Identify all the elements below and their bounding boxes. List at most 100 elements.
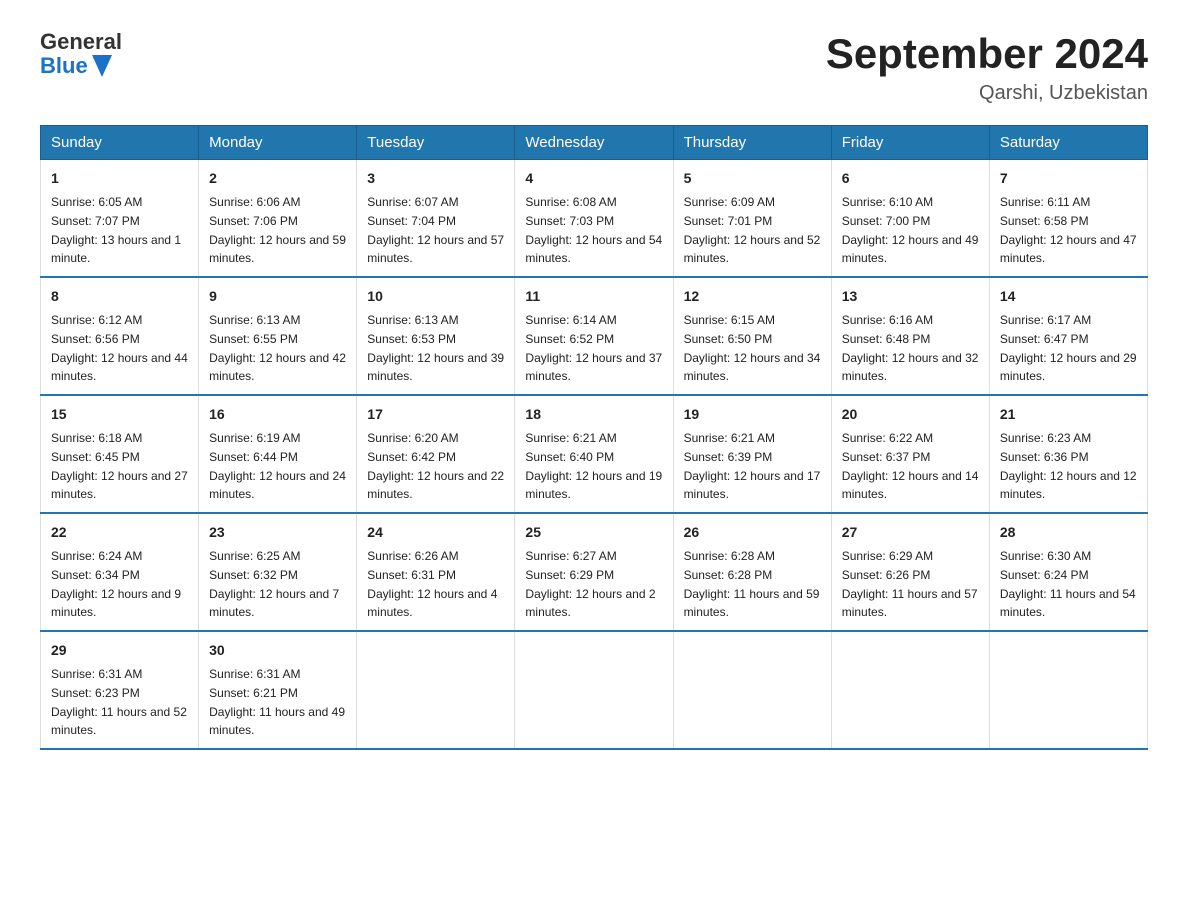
- day-number: 22: [51, 522, 188, 543]
- day-number: 13: [842, 286, 979, 307]
- day-info: Sunrise: 6:26 AMSunset: 6:31 PMDaylight:…: [367, 549, 497, 619]
- day-info: Sunrise: 6:31 AMSunset: 6:23 PMDaylight:…: [51, 667, 187, 737]
- day-number: 2: [209, 168, 346, 189]
- calendar-cell: 2 Sunrise: 6:06 AMSunset: 7:06 PMDayligh…: [199, 160, 357, 278]
- day-info: Sunrise: 6:21 AMSunset: 6:39 PMDaylight:…: [684, 431, 821, 501]
- day-info: Sunrise: 6:16 AMSunset: 6:48 PMDaylight:…: [842, 313, 979, 383]
- calendar-cell: 25 Sunrise: 6:27 AMSunset: 6:29 PMDaylig…: [515, 513, 673, 631]
- day-info: Sunrise: 6:31 AMSunset: 6:21 PMDaylight:…: [209, 667, 345, 737]
- calendar-cell: 5 Sunrise: 6:09 AMSunset: 7:01 PMDayligh…: [673, 160, 831, 278]
- weekday-header-tuesday: Tuesday: [357, 126, 515, 160]
- day-info: Sunrise: 6:21 AMSunset: 6:40 PMDaylight:…: [525, 431, 662, 501]
- day-info: Sunrise: 6:17 AMSunset: 6:47 PMDaylight:…: [1000, 313, 1137, 383]
- day-number: 15: [51, 404, 188, 425]
- title-block: September 2024 Qarshi, Uzbekistan: [826, 30, 1148, 105]
- calendar-cell: 30 Sunrise: 6:31 AMSunset: 6:21 PMDaylig…: [199, 631, 357, 749]
- calendar-cell: 17 Sunrise: 6:20 AMSunset: 6:42 PMDaylig…: [357, 395, 515, 513]
- day-number: 27: [842, 522, 979, 543]
- day-info: Sunrise: 6:14 AMSunset: 6:52 PMDaylight:…: [525, 313, 662, 383]
- day-number: 28: [1000, 522, 1137, 543]
- calendar-cell: [357, 631, 515, 749]
- calendar-cell: 14 Sunrise: 6:17 AMSunset: 6:47 PMDaylig…: [989, 277, 1147, 395]
- weekday-header-wednesday: Wednesday: [515, 126, 673, 160]
- day-number: 9: [209, 286, 346, 307]
- day-info: Sunrise: 6:15 AMSunset: 6:50 PMDaylight:…: [684, 313, 821, 383]
- day-number: 12: [684, 286, 821, 307]
- calendar-cell: 13 Sunrise: 6:16 AMSunset: 6:48 PMDaylig…: [831, 277, 989, 395]
- day-info: Sunrise: 6:27 AMSunset: 6:29 PMDaylight:…: [525, 549, 655, 619]
- calendar-cell: 21 Sunrise: 6:23 AMSunset: 6:36 PMDaylig…: [989, 395, 1147, 513]
- day-number: 24: [367, 522, 504, 543]
- day-number: 21: [1000, 404, 1137, 425]
- calendar-cell: 20 Sunrise: 6:22 AMSunset: 6:37 PMDaylig…: [831, 395, 989, 513]
- calendar-cell: 6 Sunrise: 6:10 AMSunset: 7:00 PMDayligh…: [831, 160, 989, 278]
- calendar-cell: 23 Sunrise: 6:25 AMSunset: 6:32 PMDaylig…: [199, 513, 357, 631]
- day-number: 8: [51, 286, 188, 307]
- calendar-cell: 12 Sunrise: 6:15 AMSunset: 6:50 PMDaylig…: [673, 277, 831, 395]
- calendar-week-row: 29 Sunrise: 6:31 AMSunset: 6:23 PMDaylig…: [41, 631, 1148, 749]
- calendar-cell: 16 Sunrise: 6:19 AMSunset: 6:44 PMDaylig…: [199, 395, 357, 513]
- calendar-header-row: SundayMondayTuesdayWednesdayThursdayFrid…: [41, 126, 1148, 160]
- calendar-cell: [831, 631, 989, 749]
- day-info: Sunrise: 6:05 AMSunset: 7:07 PMDaylight:…: [51, 195, 181, 265]
- calendar-cell: 19 Sunrise: 6:21 AMSunset: 6:39 PMDaylig…: [673, 395, 831, 513]
- day-info: Sunrise: 6:25 AMSunset: 6:32 PMDaylight:…: [209, 549, 339, 619]
- calendar-cell: 26 Sunrise: 6:28 AMSunset: 6:28 PMDaylig…: [673, 513, 831, 631]
- day-info: Sunrise: 6:30 AMSunset: 6:24 PMDaylight:…: [1000, 549, 1136, 619]
- day-info: Sunrise: 6:12 AMSunset: 6:56 PMDaylight:…: [51, 313, 188, 383]
- day-info: Sunrise: 6:10 AMSunset: 7:00 PMDaylight:…: [842, 195, 979, 265]
- day-info: Sunrise: 6:28 AMSunset: 6:28 PMDaylight:…: [684, 549, 820, 619]
- day-number: 14: [1000, 286, 1137, 307]
- calendar-cell: 4 Sunrise: 6:08 AMSunset: 7:03 PMDayligh…: [515, 160, 673, 278]
- calendar-cell: 22 Sunrise: 6:24 AMSunset: 6:34 PMDaylig…: [41, 513, 199, 631]
- page-header: General Blue September 2024 Qarshi, Uzbe…: [40, 30, 1148, 105]
- day-info: Sunrise: 6:19 AMSunset: 6:44 PMDaylight:…: [209, 431, 346, 501]
- weekday-header-saturday: Saturday: [989, 126, 1147, 160]
- calendar-cell: [515, 631, 673, 749]
- day-info: Sunrise: 6:13 AMSunset: 6:55 PMDaylight:…: [209, 313, 346, 383]
- day-number: 4: [525, 168, 662, 189]
- day-number: 5: [684, 168, 821, 189]
- calendar-week-row: 8 Sunrise: 6:12 AMSunset: 6:56 PMDayligh…: [41, 277, 1148, 395]
- calendar-cell: 28 Sunrise: 6:30 AMSunset: 6:24 PMDaylig…: [989, 513, 1147, 631]
- calendar-week-row: 22 Sunrise: 6:24 AMSunset: 6:34 PMDaylig…: [41, 513, 1148, 631]
- day-number: 1: [51, 168, 188, 189]
- day-info: Sunrise: 6:13 AMSunset: 6:53 PMDaylight:…: [367, 313, 504, 383]
- day-number: 20: [842, 404, 979, 425]
- weekday-header-monday: Monday: [199, 126, 357, 160]
- day-info: Sunrise: 6:07 AMSunset: 7:04 PMDaylight:…: [367, 195, 504, 265]
- calendar-cell: 11 Sunrise: 6:14 AMSunset: 6:52 PMDaylig…: [515, 277, 673, 395]
- calendar-cell: [673, 631, 831, 749]
- calendar-cell: 9 Sunrise: 6:13 AMSunset: 6:55 PMDayligh…: [199, 277, 357, 395]
- location-subtitle: Qarshi, Uzbekistan: [826, 82, 1148, 105]
- day-number: 7: [1000, 168, 1137, 189]
- calendar-cell: 29 Sunrise: 6:31 AMSunset: 6:23 PMDaylig…: [41, 631, 199, 749]
- calendar-cell: 1 Sunrise: 6:05 AMSunset: 7:07 PMDayligh…: [41, 160, 199, 278]
- calendar-cell: 7 Sunrise: 6:11 AMSunset: 6:58 PMDayligh…: [989, 160, 1147, 278]
- day-info: Sunrise: 6:29 AMSunset: 6:26 PMDaylight:…: [842, 549, 978, 619]
- day-info: Sunrise: 6:23 AMSunset: 6:36 PMDaylight:…: [1000, 431, 1137, 501]
- weekday-header-friday: Friday: [831, 126, 989, 160]
- calendar-cell: [989, 631, 1147, 749]
- day-number: 19: [684, 404, 821, 425]
- day-number: 10: [367, 286, 504, 307]
- logo: General Blue: [40, 30, 122, 78]
- day-info: Sunrise: 6:08 AMSunset: 7:03 PMDaylight:…: [525, 195, 662, 265]
- calendar-table: SundayMondayTuesdayWednesdayThursdayFrid…: [40, 125, 1148, 750]
- day-number: 25: [525, 522, 662, 543]
- logo-general-text: General: [40, 30, 122, 54]
- calendar-week-row: 15 Sunrise: 6:18 AMSunset: 6:45 PMDaylig…: [41, 395, 1148, 513]
- calendar-cell: 3 Sunrise: 6:07 AMSunset: 7:04 PMDayligh…: [357, 160, 515, 278]
- month-title: September 2024: [826, 30, 1148, 78]
- calendar-cell: 10 Sunrise: 6:13 AMSunset: 6:53 PMDaylig…: [357, 277, 515, 395]
- day-number: 18: [525, 404, 662, 425]
- day-number: 3: [367, 168, 504, 189]
- day-number: 26: [684, 522, 821, 543]
- day-number: 11: [525, 286, 662, 307]
- calendar-cell: 27 Sunrise: 6:29 AMSunset: 6:26 PMDaylig…: [831, 513, 989, 631]
- day-number: 17: [367, 404, 504, 425]
- logo-triangle-icon: [92, 55, 112, 77]
- calendar-cell: 24 Sunrise: 6:26 AMSunset: 6:31 PMDaylig…: [357, 513, 515, 631]
- day-number: 30: [209, 640, 346, 661]
- calendar-cell: 15 Sunrise: 6:18 AMSunset: 6:45 PMDaylig…: [41, 395, 199, 513]
